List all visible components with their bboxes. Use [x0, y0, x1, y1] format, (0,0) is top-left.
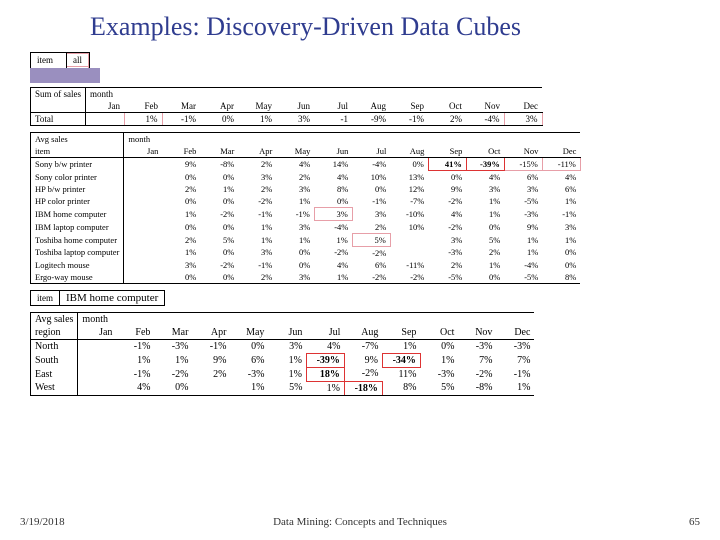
table3-item-filter: item IBM home computer	[30, 290, 690, 308]
table-regions: Avg salesmonthregionJanFebMarAprMayJunJu…	[30, 312, 690, 396]
footer-mid: Data Mining: Concepts and Techniques	[0, 516, 720, 528]
table-total: Sum of salesmonthJanFebMarAprMayJunJulAu…	[30, 87, 690, 126]
slide-title: Examples: Discovery-Driven Data Cubes	[90, 12, 690, 42]
accent-bar	[30, 68, 100, 83]
table-items: Avg salesmonthitemJanFebMarAprMayJunJulA…	[30, 132, 690, 284]
table3-filter-value: IBM home computer	[60, 291, 165, 305]
filter-item-value: all	[67, 54, 89, 67]
footer-page: 65	[689, 516, 700, 528]
table3-filter-label: item	[31, 291, 60, 305]
filters-block: item all region all	[30, 52, 690, 83]
filter-item-label: item	[31, 54, 67, 67]
slide-footer: 3/19/2018 Data Mining: Concepts and Tech…	[0, 516, 720, 532]
